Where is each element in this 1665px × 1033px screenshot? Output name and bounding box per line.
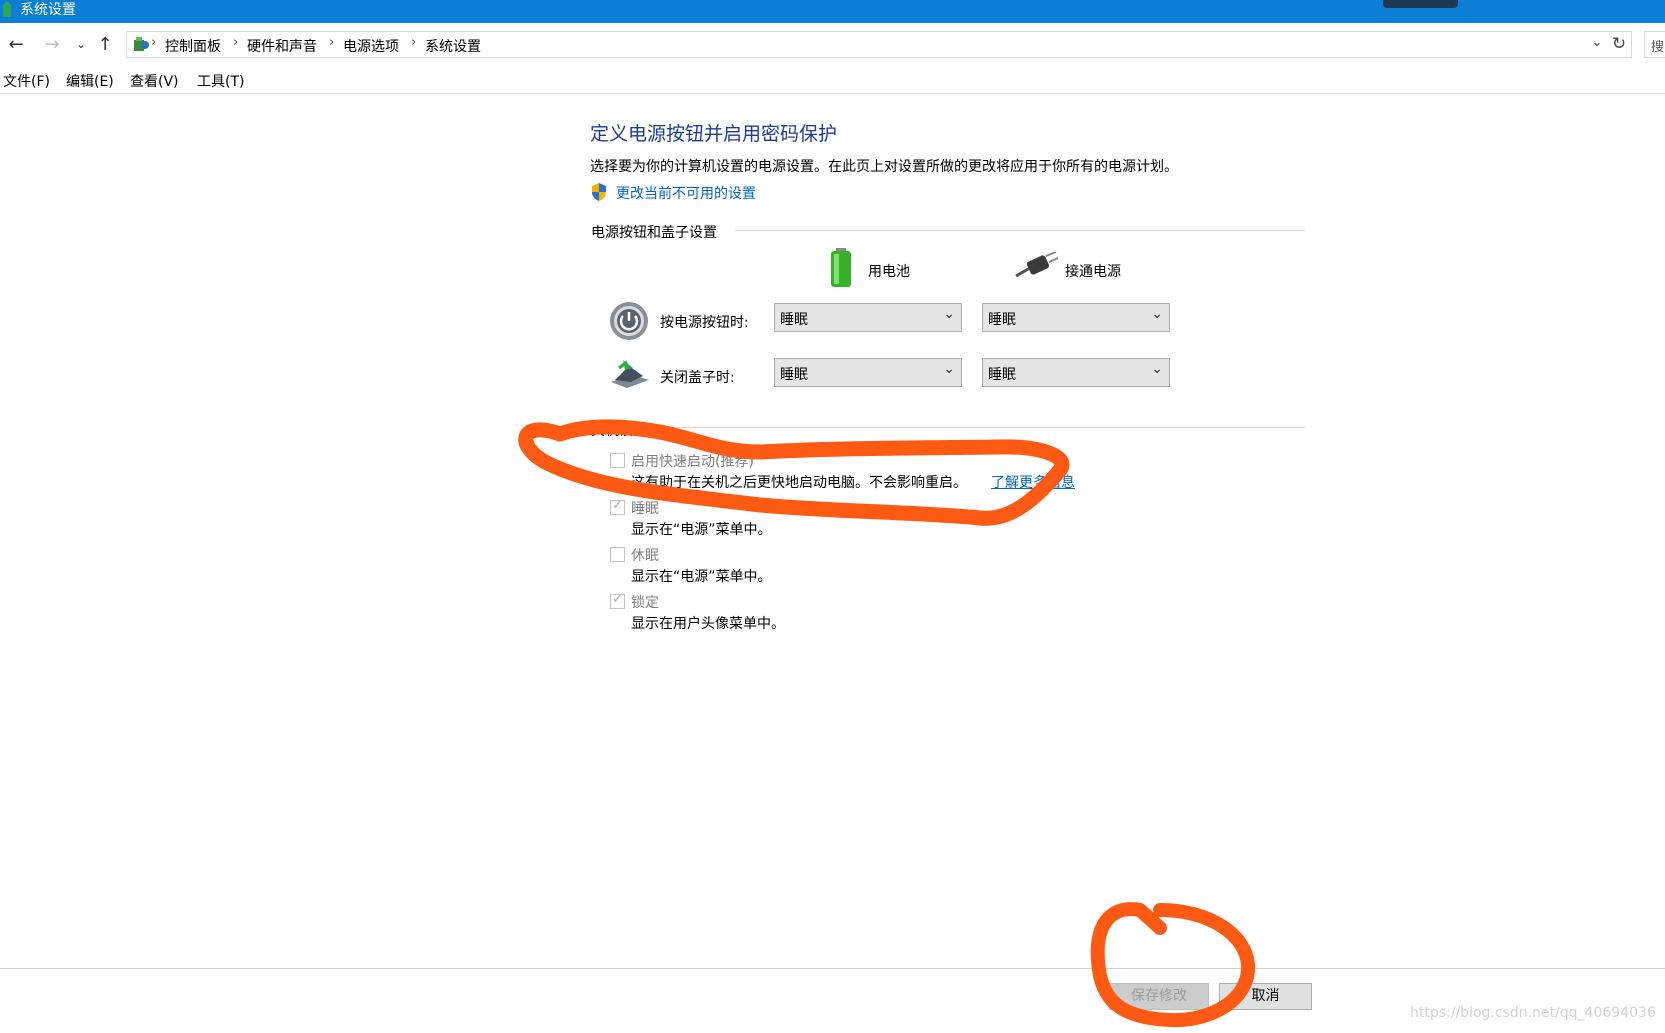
window-title: 系统设置 (20, 2, 76, 18)
battery-icon (831, 248, 851, 287)
uac-shield-icon (592, 183, 606, 201)
chevron-down-icon: ⌄ (943, 306, 955, 322)
sleep-option-label: 睡眠 (631, 501, 659, 517)
shutdown-section-divider (655, 427, 1305, 428)
lock-option-description: 显示在用户头像菜单中。 (631, 616, 785, 632)
plugged-in-column-label: 接通电源 (1065, 264, 1121, 280)
page-description: 选择要为你的计算机设置的电源设置。在此页上对设置所做的更改将应用于你所有的电源计… (590, 159, 1178, 175)
menu-view[interactable]: 查看(V) (130, 71, 179, 91)
search-box[interactable]: 搜 (1644, 31, 1665, 58)
chevron-down-icon: ⌄ (1151, 306, 1163, 322)
up-arrow-icon[interactable]: ↑ (92, 31, 118, 57)
hibernate-option-label: 休眠 (631, 548, 659, 564)
cancel-button[interactable]: 取消 (1219, 983, 1312, 1010)
forward-arrow-icon[interactable]: → (39, 31, 65, 57)
sleep-checkbox[interactable]: ✓ (610, 498, 625, 515)
chevron-down-icon: ⌄ (943, 361, 955, 377)
fast-startup-description: 这有助于在关机之后更快地启动电脑。不会影响重启。 (631, 475, 967, 491)
hibernate-checkbox[interactable] (610, 547, 625, 562)
checkmark-icon: ✓ (612, 498, 623, 513)
laptop-lid-icon (611, 360, 649, 388)
control-panel-location-icon (134, 37, 149, 51)
navigation-bar: ← → ⌄ ↑ › 控制面板 › 硬件和声音 › 电源选项 › 系统设置 ⌄ ↻… (0, 29, 1665, 61)
refresh-icon[interactable]: ↻ (1609, 34, 1629, 54)
power-button-plugged-select[interactable]: 睡眠 ⌄ (982, 303, 1170, 332)
power-button-row-label: 按电源按钮时: (660, 315, 749, 331)
menu-tools[interactable]: 工具(T) (197, 71, 244, 91)
power-button-battery-select[interactable]: 睡眠 ⌄ (774, 303, 962, 332)
watermark: https://blog.csdn.net/qq_40694036 (1410, 1005, 1656, 1021)
title-bar: 系统设置 (0, 0, 1665, 23)
menu-file[interactable]: 文件(F) (3, 71, 50, 91)
lock-option-label: 锁定 (631, 595, 659, 611)
main-content: 定义电源按钮并启用密码保护 选择要为你的计算机设置的电源设置。在此页上对设置所做… (0, 94, 1665, 968)
address-bar[interactable]: › 控制面板 › 硬件和声音 › 电源选项 › 系统设置 ⌄ ↻ (126, 31, 1632, 58)
lid-close-battery-select[interactable]: 睡眠 ⌄ (774, 358, 962, 387)
breadcrumb-hardware-sound[interactable]: 硬件和声音 (247, 36, 317, 56)
hibernate-option-description: 显示在“电源”菜单中。 (631, 569, 772, 585)
recent-locations-chevron-icon[interactable]: ⌄ (68, 31, 94, 57)
fast-startup-label: 启用快速启动(推荐) (631, 454, 754, 470)
chevron-down-icon: ⌄ (1151, 361, 1163, 377)
search-placeholder: 搜 (1651, 40, 1665, 55)
breadcrumb-power-options[interactable]: 电源选项 (343, 36, 399, 56)
page-title: 定义电源按钮并启用密码保护 (590, 123, 838, 145)
checkmark-icon: ✓ (612, 592, 623, 607)
shutdown-section-heading: 关机设置 (591, 423, 647, 439)
save-changes-button[interactable]: 保存修改 (1109, 983, 1209, 1010)
power-options-app-icon (3, 2, 11, 17)
lid-close-row-label: 关闭盖子时: (660, 370, 735, 386)
breadcrumb-control-panel[interactable]: 控制面板 (165, 36, 221, 56)
lock-checkbox[interactable]: ✓ (610, 592, 625, 609)
lid-close-plugged-select[interactable]: 睡眠 ⌄ (982, 358, 1170, 387)
menu-edit[interactable]: 编辑(E) (66, 71, 114, 91)
fast-startup-checkbox[interactable] (610, 453, 625, 468)
address-dropdown-chevron-icon[interactable]: ⌄ (1589, 35, 1605, 55)
power-plug-icon (1015, 252, 1058, 278)
learn-more-link[interactable]: 了解更多信息 (991, 472, 1075, 492)
power-section-heading: 电源按钮和盖子设置 (591, 225, 717, 241)
bottom-separator (0, 968, 1665, 969)
power-section-divider (735, 230, 1305, 231)
taskbar-thumbnail (1383, 0, 1458, 8)
battery-column-label: 用电池 (868, 264, 910, 280)
sleep-option-description: 显示在“电源”菜单中。 (631, 522, 772, 538)
change-unavailable-settings-link[interactable]: 更改当前不可用的设置 (616, 183, 756, 203)
breadcrumb-system-settings[interactable]: 系统设置 (425, 36, 481, 56)
back-arrow-icon[interactable]: ← (3, 31, 29, 57)
power-button-icon (610, 302, 648, 340)
